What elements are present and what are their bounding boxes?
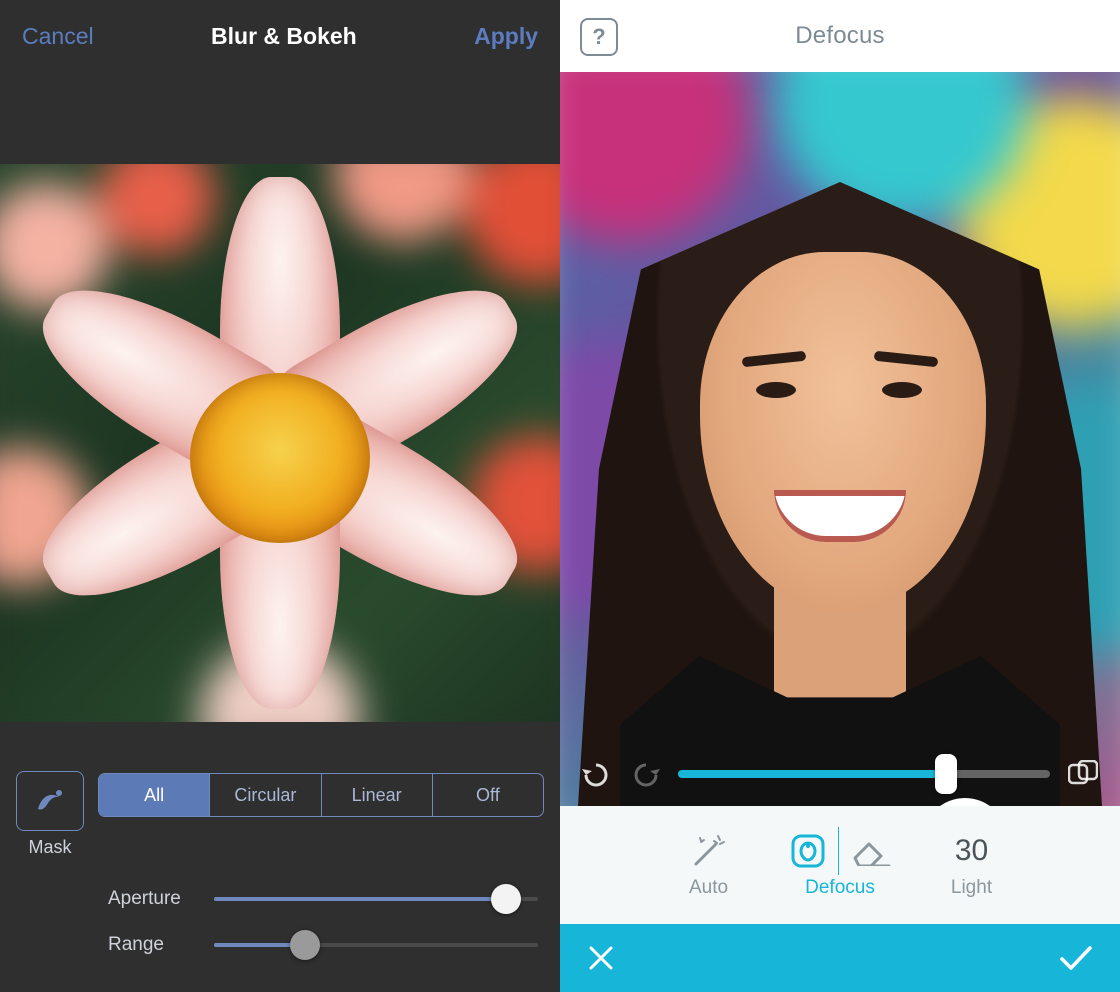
range-knob[interactable] — [290, 930, 320, 960]
mask-button[interactable] — [16, 771, 84, 831]
page-title: Defocus — [795, 22, 884, 50]
confirm-icon[interactable] — [1058, 943, 1094, 973]
blur-bokeh-screen: Cancel Blur & Bokeh Apply — [0, 0, 560, 992]
help-button[interactable]: ? — [580, 18, 618, 56]
flower-subject — [42, 204, 518, 682]
undo-icon[interactable] — [582, 761, 612, 787]
aperture-knob[interactable] — [491, 884, 521, 914]
tool-light-label: Light — [951, 877, 992, 899]
controls-panel: Mask All Circular Linear Off Aperture — [0, 771, 560, 992]
left-header: Cancel Blur & Bokeh Apply — [0, 0, 560, 72]
right-header: ? Defocus — [560, 0, 1120, 72]
range-slider[interactable] — [214, 943, 538, 947]
bottom-bar — [560, 924, 1120, 992]
light-value: 30 — [955, 834, 988, 868]
tool-defocus-label: Defocus — [805, 877, 875, 899]
apply-button[interactable]: Apply — [474, 23, 538, 50]
image-overlay-controls — [560, 760, 1120, 788]
preview-image[interactable] — [560, 72, 1120, 806]
defocus-screen: ? Defocus — [560, 0, 1120, 992]
segment-off[interactable]: Off — [433, 774, 543, 816]
close-icon[interactable] — [586, 943, 616, 973]
cancel-button[interactable]: Cancel — [22, 23, 94, 50]
wand-icon — [690, 832, 728, 870]
compare-icon[interactable] — [1068, 760, 1098, 788]
mask-label: Mask — [28, 837, 71, 858]
range-label: Range — [108, 934, 200, 956]
spacer — [0, 72, 560, 164]
redo-icon[interactable] — [630, 761, 660, 787]
blur-mode-segmented[interactable]: All Circular Linear Off — [98, 773, 544, 817]
defocus-slider[interactable] — [678, 770, 1050, 778]
aperture-slider[interactable] — [214, 897, 538, 901]
eraser-icon — [851, 836, 891, 866]
tool-light[interactable]: 30 Light — [927, 831, 1017, 899]
tool-strip: Auto Defocus 30 — [560, 806, 1120, 924]
segment-all[interactable]: All — [99, 774, 210, 816]
preview-image[interactable] — [0, 164, 560, 722]
tool-defocus[interactable]: Defocus — [790, 831, 891, 899]
tool-auto-label: Auto — [689, 877, 728, 899]
aperture-label: Aperture — [108, 888, 200, 910]
defocus-icon — [790, 833, 826, 869]
segment-circular[interactable]: Circular — [210, 774, 321, 816]
mask-icon — [32, 785, 68, 817]
segment-linear[interactable]: Linear — [322, 774, 433, 816]
page-title: Blur & Bokeh — [211, 23, 357, 50]
separator — [838, 827, 839, 875]
tool-auto[interactable]: Auto — [664, 831, 754, 899]
defocus-knob[interactable] — [935, 754, 957, 794]
